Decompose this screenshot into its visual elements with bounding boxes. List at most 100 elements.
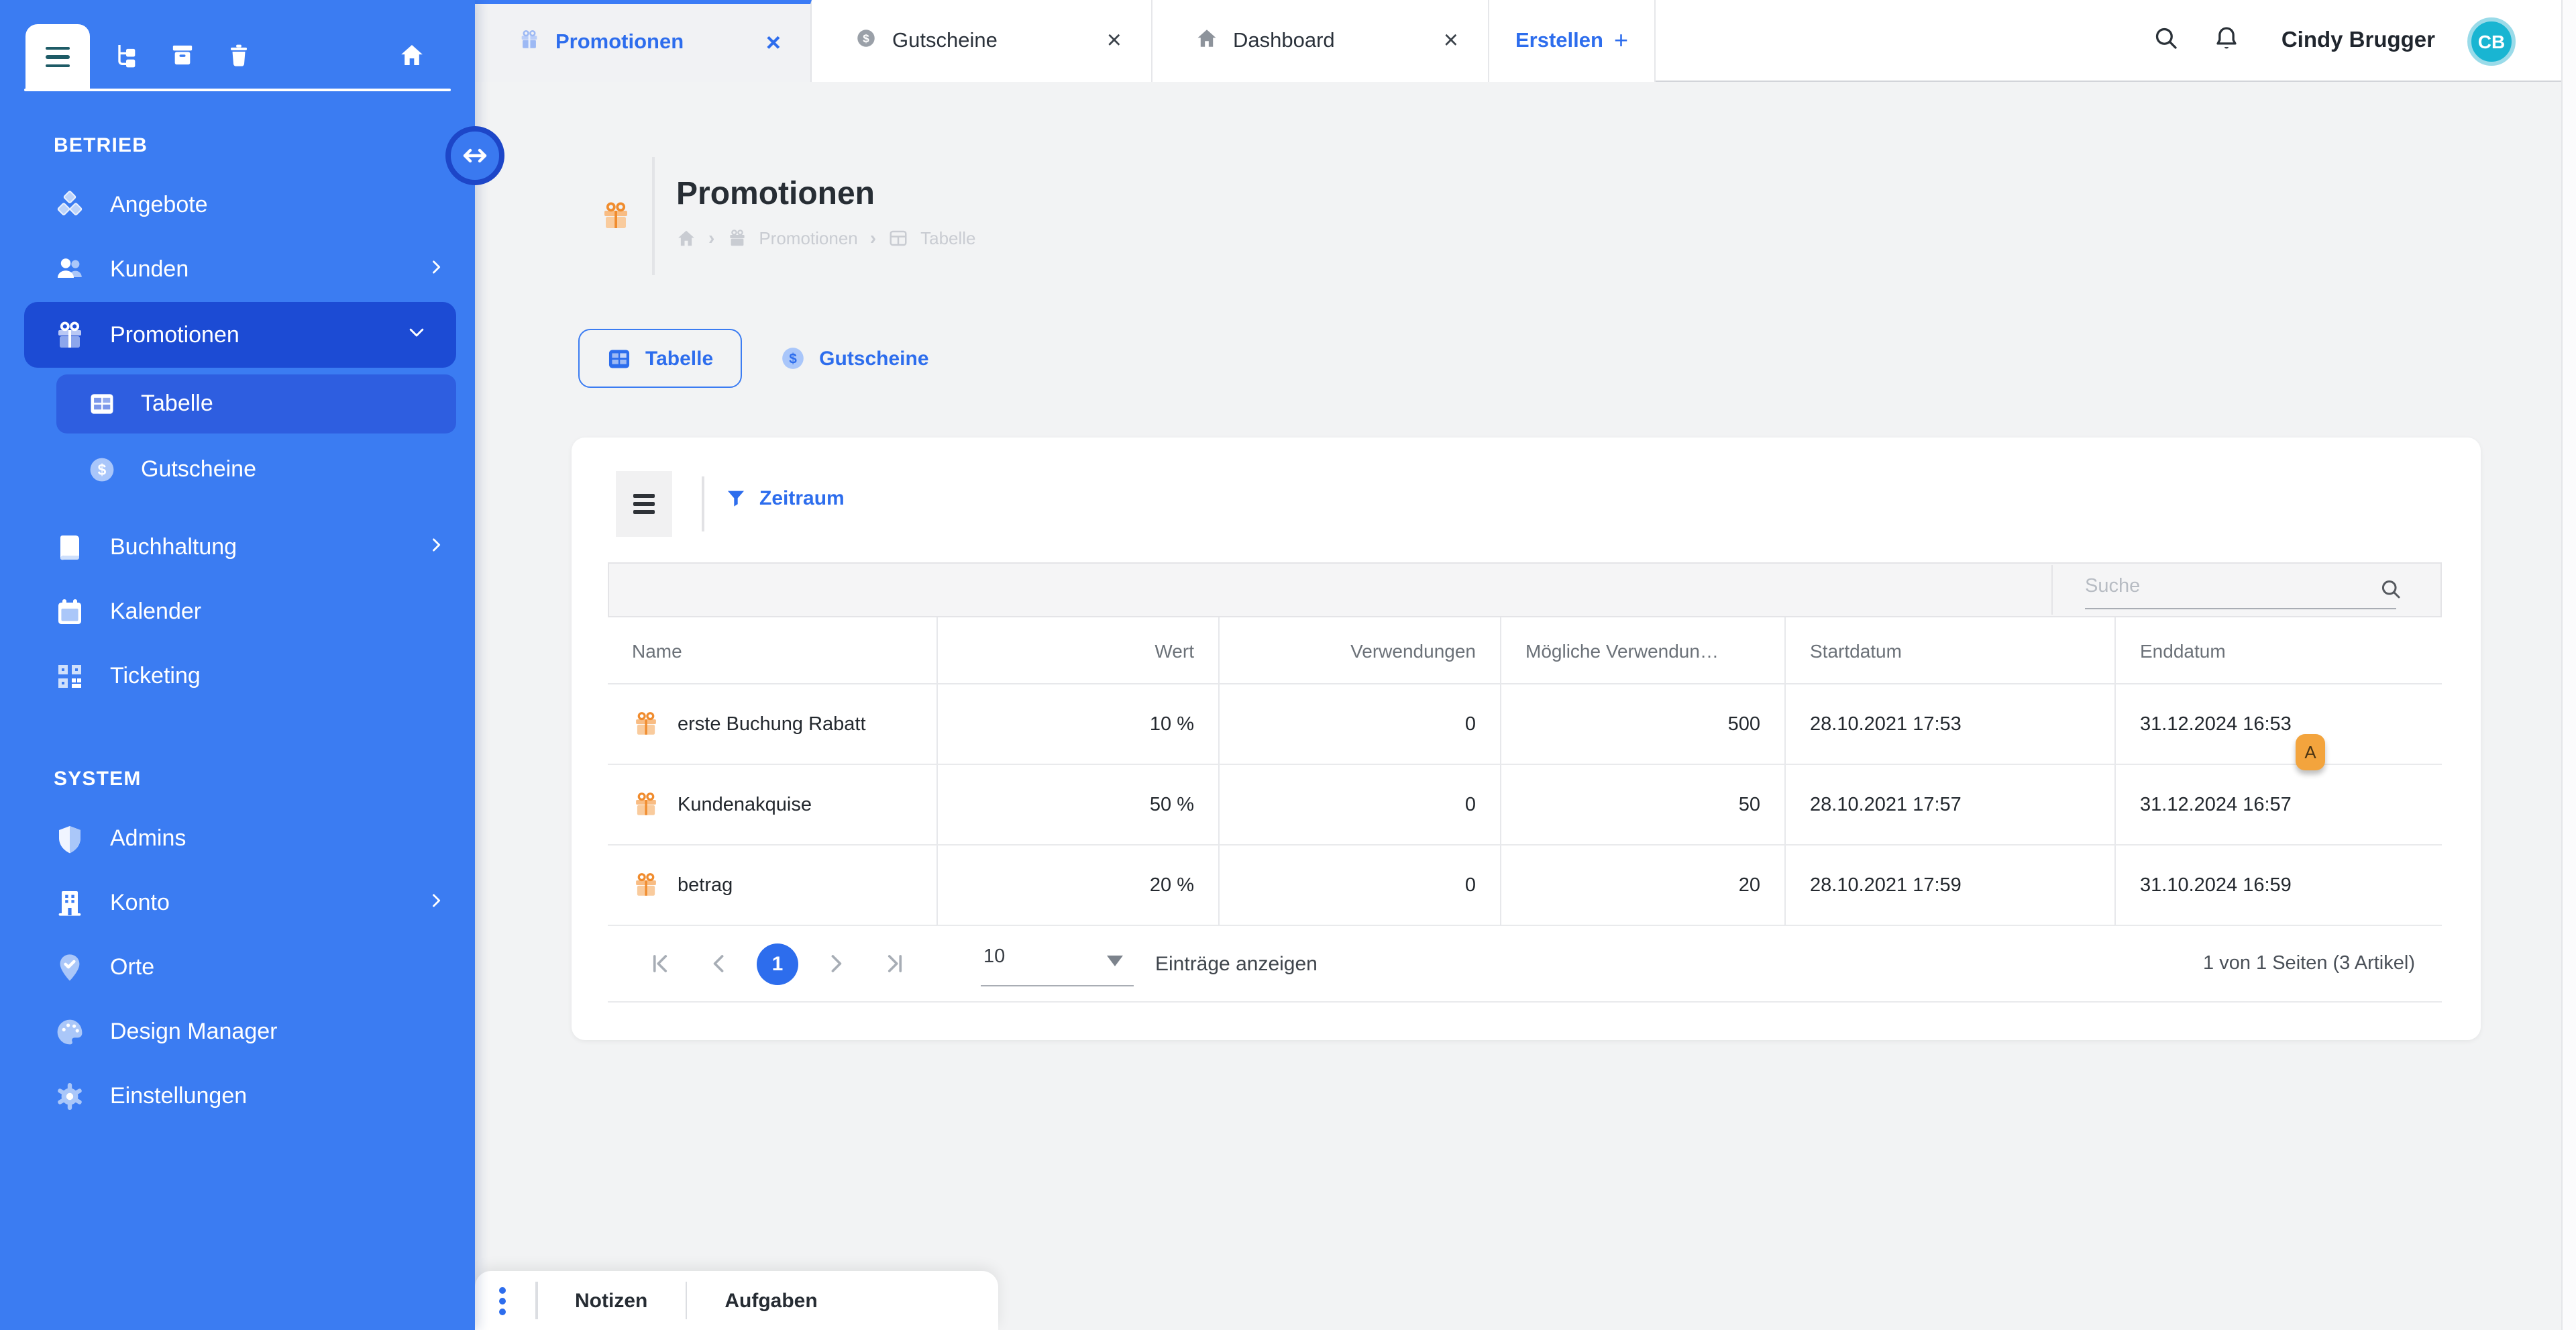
pagination: 1 10 Einträge anzeigen 1 von 1 Seiten (3… — [608, 926, 2442, 1003]
sidebar-item-admins[interactable]: Admins — [0, 807, 475, 871]
sidebar-item-kalender[interactable]: Kalender — [0, 580, 475, 644]
current-page-button[interactable]: 1 — [757, 943, 798, 984]
previous-page-icon[interactable] — [704, 949, 734, 978]
column-header-name[interactable]: Name — [608, 617, 936, 684]
view-tabelle-button[interactable]: Tabelle — [578, 329, 741, 388]
first-page-icon[interactable] — [645, 949, 675, 978]
tab-create-new[interactable]: Erstellen + — [1489, 0, 1656, 82]
chevron-right-icon — [427, 256, 445, 283]
table-menu-button[interactable] — [616, 471, 672, 537]
breadcrumb-separator: › — [870, 227, 876, 248]
scrollbar-track[interactable] — [2561, 0, 2576, 1330]
chevron-right-icon — [427, 890, 445, 917]
sidebar-item-label: Design Manager — [110, 1019, 278, 1045]
breadcrumb: › Promotionen › Tabelle — [676, 227, 976, 248]
sidebar-item-orte[interactable]: Orte — [0, 935, 475, 1000]
avatar[interactable]: CB — [2467, 17, 2516, 65]
sidebar-item-angebote[interactable]: Angebote — [0, 173, 475, 238]
sidebar-item-label: Admins — [110, 825, 186, 852]
user-name[interactable]: Cindy Brugger — [2282, 28, 2435, 54]
table-row-2-startdatum[interactable]: 28.10.2021 17:57 — [1784, 765, 2114, 846]
caret-down-icon — [1107, 956, 1123, 966]
table-row-3-startdatum[interactable]: 28.10.2021 17:59 — [1784, 846, 2114, 926]
breadcrumb-item-tabelle[interactable]: Tabelle — [920, 227, 975, 248]
gift-icon — [600, 200, 632, 232]
zeitraum-filter-button[interactable]: Zeitraum — [724, 487, 845, 510]
sidebar-menu-button[interactable] — [25, 24, 90, 90]
table-row-3-wert[interactable]: 20 % — [936, 846, 1218, 926]
sidebar-item-buchhaltung[interactable]: Buchhaltung — [0, 515, 475, 580]
bell-icon[interactable] — [2213, 23, 2241, 58]
close-icon[interactable]: × — [1409, 28, 1458, 54]
tab-label: Gutscheine — [892, 29, 998, 53]
column-header-verwendungen[interactable]: Verwendungen — [1218, 617, 1500, 684]
table-row-2-moegliche[interactable]: 50 — [1500, 765, 1784, 846]
voucher-icon: $ — [87, 455, 117, 484]
table-row-2-verwendungen[interactable]: 0 — [1218, 765, 1500, 846]
column-header-wert[interactable]: Wert — [936, 617, 1218, 684]
table-row-1-startdatum[interactable]: 28.10.2021 17:53 — [1784, 684, 2114, 765]
column-header-startdatum[interactable]: Startdatum — [1784, 617, 2114, 684]
sidebar-item-einstellungen[interactable]: Einstellungen — [0, 1064, 475, 1129]
sidebar-item-kunden[interactable]: Kunden — [0, 238, 475, 302]
sidebar-subitem-tabelle[interactable]: Tabelle — [56, 374, 456, 433]
search-input[interactable] — [2085, 570, 2369, 603]
trash-icon[interactable] — [225, 42, 252, 68]
gift-icon — [54, 319, 86, 351]
sidebar-resize-handle[interactable] — [445, 126, 504, 185]
table-row-1-wert[interactable]: 10 % — [936, 684, 1218, 765]
table-row-2-name[interactable]: Kundenakquise — [608, 765, 936, 846]
sidebar-item-label: Buchhaltung — [110, 534, 237, 561]
table-row-1-moegliche[interactable]: 500 — [1500, 684, 1784, 765]
tab-promotionen[interactable]: Promotionen × — [475, 0, 812, 82]
table-icon — [87, 389, 117, 419]
table-card: Zeitraum Name Wert Verwendungen Mögliche… — [572, 438, 2481, 1040]
cell-text: 31.12.2024 16:53 — [2140, 713, 2292, 735]
sitemap-icon[interactable] — [113, 42, 140, 68]
table-row-2-enddatum[interactable]: 31.12.2024 16:57 — [2114, 765, 2442, 846]
breadcrumb-item-promotionen[interactable]: Promotionen — [759, 227, 857, 248]
table-row-2-wert[interactable]: 50 % — [936, 765, 1218, 846]
column-header-enddatum[interactable]: Enddatum — [2114, 617, 2442, 684]
page-size-select[interactable]: 10 — [981, 941, 1134, 986]
view-tabelle-label: Tabelle — [645, 347, 713, 370]
view-gutscheine-button[interactable]: $ Gutscheine — [779, 345, 928, 372]
table-row-3-moegliche[interactable]: 20 — [1500, 846, 1784, 926]
search-icon[interactable] — [2153, 23, 2181, 58]
search-icon[interactable] — [2379, 577, 2403, 601]
table-row-1-verwendungen[interactable]: 0 — [1218, 684, 1500, 765]
table-row-1-enddatum[interactable]: 31.12.2024 16:53 A — [2114, 684, 2442, 765]
dock-item-notizen[interactable]: Notizen — [537, 1289, 685, 1312]
sidebar-header — [0, 0, 475, 90]
create-tab-label: Erstellen — [1515, 29, 1603, 53]
table-row-3-name[interactable]: betrag — [608, 846, 936, 926]
close-icon[interactable]: × — [1072, 28, 1122, 54]
pagination-summary: 1 von 1 Seiten (3 Artikel) — [2203, 953, 2415, 974]
table-row-1-name[interactable]: erste Buchung Rabatt — [608, 684, 936, 765]
sidebar-item-label: Angebote — [110, 192, 208, 219]
table-row-3-enddatum[interactable]: 31.10.2024 16:59 — [2114, 846, 2442, 926]
sidebar-item-ticketing[interactable]: Ticketing — [0, 644, 475, 709]
search-underline — [2085, 607, 2396, 609]
tab-gutscheine[interactable]: $ Gutscheine × — [812, 0, 1152, 82]
sidebar-subitem-gutscheine[interactable]: $ Gutscheine — [56, 440, 456, 499]
tab-dashboard[interactable]: Dashboard × — [1152, 0, 1489, 82]
gift-icon — [518, 28, 541, 58]
dock-item-aufgaben[interactable]: Aufgaben — [687, 1289, 855, 1312]
column-header-moegliche-verwendungen[interactable]: Mögliche Verwendungen — [1500, 617, 1784, 684]
sidebar-item-label: Ticketing — [110, 663, 201, 690]
page-title: Promotionen — [676, 176, 875, 213]
archive-icon[interactable] — [169, 42, 196, 68]
home-icon[interactable] — [676, 227, 696, 248]
home-icon[interactable] — [398, 42, 425, 68]
sidebar-item-promotionen[interactable]: Promotionen — [24, 302, 456, 368]
last-page-icon[interactable] — [880, 949, 910, 978]
sidebar-item-design-manager[interactable]: Design Manager — [0, 1000, 475, 1064]
next-page-icon[interactable] — [821, 949, 851, 978]
table-row-3-verwendungen[interactable]: 0 — [1218, 846, 1500, 926]
vertical-dots-icon[interactable] — [499, 1286, 506, 1315]
svg-text:$: $ — [98, 461, 107, 478]
close-icon[interactable]: × — [731, 30, 781, 56]
tab-label: Promotionen — [555, 31, 684, 55]
sidebar-item-konto[interactable]: Konto — [0, 871, 475, 935]
